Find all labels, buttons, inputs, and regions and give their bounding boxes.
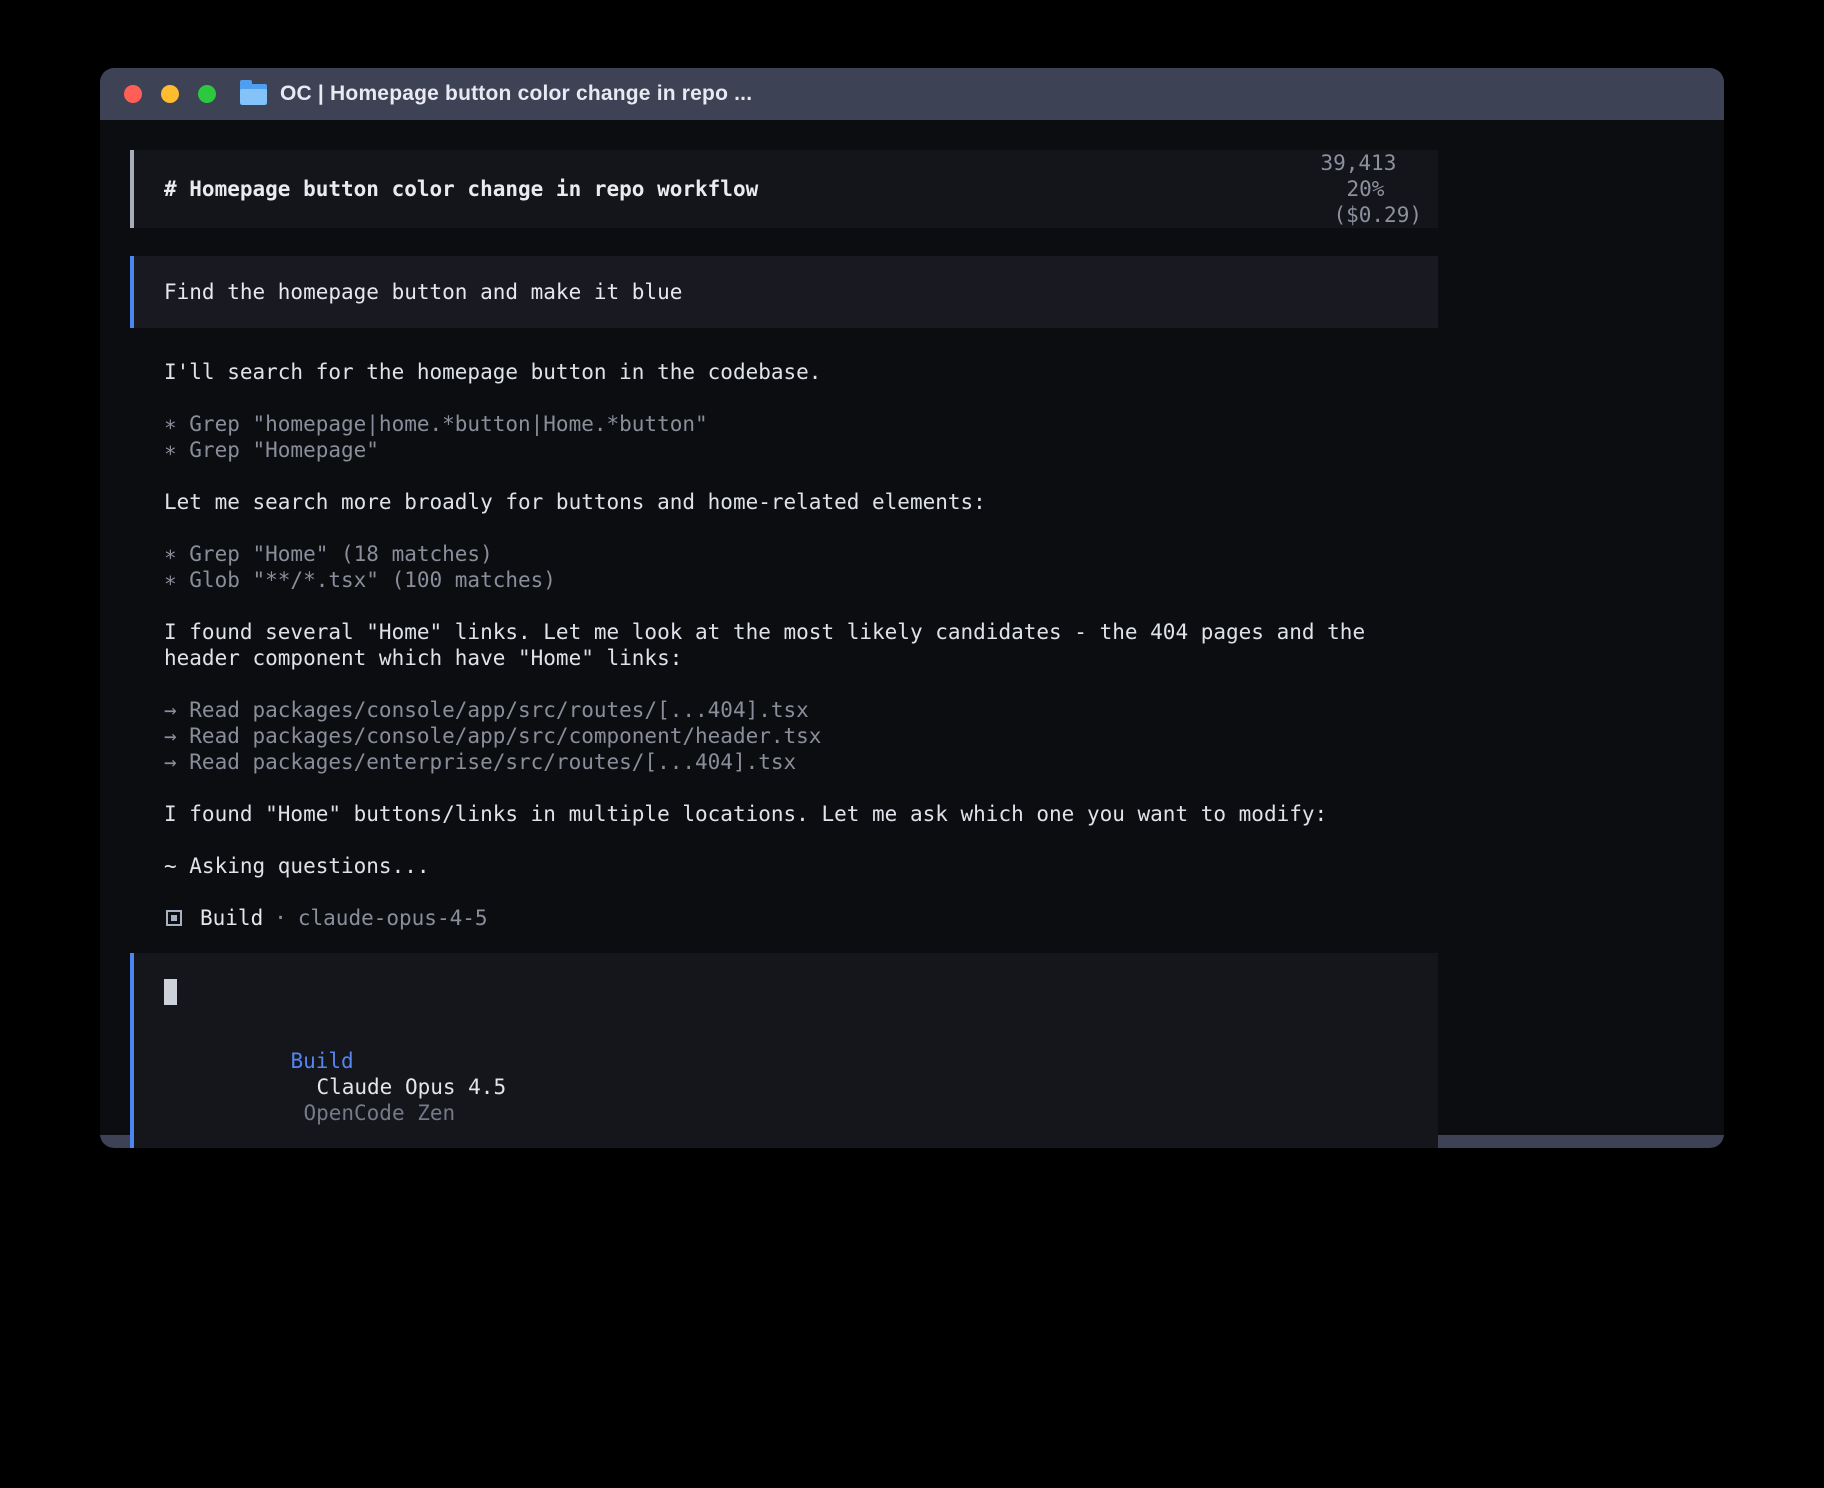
agent-model: claude-opus-4-5 [298,905,488,931]
prompt-input[interactable]: Build Claude Opus 4.5 OpenCode Zen [130,953,1438,1148]
tool-call-line: ∗ Grep "homepage|home.*button|Home.*butt… [164,411,1438,437]
assistant-text-line: I'll search for the homepage button in t… [164,359,1438,385]
assistant-text-line: Let me search more broadly for buttons a… [164,489,1438,515]
close-button[interactable] [124,85,142,103]
tool-call-line: ∗ Grep "Homepage" [164,437,1438,463]
assistant-message: I found "Home" buttons/links in multiple… [164,801,1438,827]
text-cursor [164,979,177,1005]
assistant-message: ~ Asking questions... [164,853,1438,879]
token-count: 39,413 [1320,151,1396,175]
provider-label: OpenCode Zen [303,1101,455,1125]
agent-icon [166,910,182,926]
tool-call-line: ∗ Glob "**/*.tsx" (100 matches) [164,567,1438,593]
traffic-lights [124,85,216,103]
session-stats: 39,413 20% ($0.29) [1194,124,1422,254]
model-label[interactable]: Claude Opus 4.5 [316,1075,506,1099]
mode-label[interactable]: Build [290,1049,353,1073]
agent-separator: · [274,905,287,931]
folder-icon [240,84,267,105]
tool-call-line: → Read packages/enterprise/src/routes/[.… [164,749,1438,775]
tool-call-group: ∗ Grep "homepage|home.*button|Home.*butt… [164,411,1438,463]
context-percent: 20% [1346,177,1384,201]
tool-call-line: → Read packages/console/app/src/routes/[… [164,697,1438,723]
zoom-button[interactable] [198,85,216,103]
terminal-content: # Homepage button color change in repo w… [100,120,1724,1135]
assistant-message: Let me search more broadly for buttons a… [164,489,1438,515]
tool-call-line: → Read packages/console/app/src/componen… [164,723,1438,749]
assistant-text-line: ~ Asking questions... [164,853,1438,879]
session-header: # Homepage button color change in repo w… [130,150,1438,228]
assistant-message: I'll search for the homepage button in t… [164,359,1438,385]
session-title: # Homepage button color change in repo w… [164,176,758,202]
input-meta: Build Claude Opus 4.5 OpenCode Zen [164,1022,1408,1148]
titlebar[interactable]: OC | Homepage button color change in rep… [100,68,1724,120]
conversation-groups: I'll search for the homepage button in t… [130,359,1438,879]
tool-call-group: ∗ Grep "Home" (18 matches)∗ Glob "**/*.t… [164,541,1438,593]
session-cost: ($0.29) [1333,203,1422,227]
user-message-text: Find the homepage button and make it blu… [164,279,682,305]
window-title: OC | Homepage button color change in rep… [280,82,752,106]
assistant-message: I found several "Home" links. Let me loo… [164,619,1438,671]
tool-call-line: ∗ Grep "Home" (18 matches) [164,541,1438,567]
assistant-text-line: I found several "Home" links. Let me loo… [164,619,1438,671]
assistant-text-line: I found "Home" buttons/links in multiple… [164,801,1438,827]
minimize-button[interactable] [161,85,179,103]
tool-call-group: → Read packages/console/app/src/routes/[… [164,697,1438,775]
agent-name: Build [200,905,263,931]
agent-status-line: Build · claude-opus-4-5 [166,905,1438,931]
user-message: Find the homepage button and make it blu… [130,256,1438,328]
terminal-window: OC | Homepage button color change in rep… [100,68,1724,1148]
